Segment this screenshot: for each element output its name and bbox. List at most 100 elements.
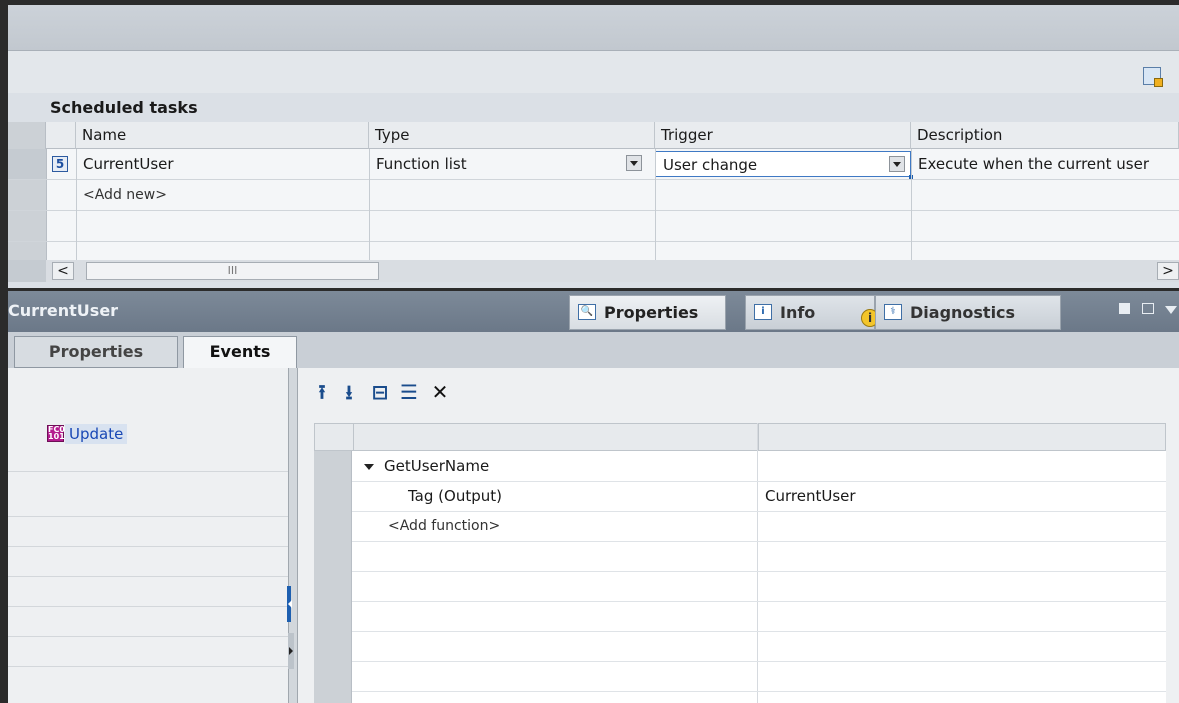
row-selector[interactable]	[8, 242, 47, 260]
inspector-header: CurrentUser 🔍 Properties i Info i ⚕ Diag…	[8, 291, 1179, 332]
add-new-cell[interactable]: <Add new>	[76, 180, 369, 210]
function-row	[314, 631, 1166, 662]
divider	[8, 546, 288, 547]
row-selector[interactable]	[8, 211, 47, 241]
table-row	[8, 242, 1179, 261]
divider	[8, 636, 288, 637]
function-row	[314, 691, 1166, 703]
row-selector[interactable]	[314, 631, 352, 661]
divider	[8, 471, 288, 472]
info-icon: i	[754, 304, 772, 320]
inspector-object-name: CurrentUser	[8, 301, 119, 320]
inspector-window: CurrentUser 🔍 Properties i Info i ⚕ Diag…	[8, 291, 1179, 703]
diagnostics-icon: ⚕	[884, 304, 902, 320]
collapse-all-icon[interactable]: ☰	[398, 381, 420, 403]
header-divider	[758, 424, 759, 450]
inspector-subtabs: Properties Events	[8, 332, 1179, 369]
event-list-pane	[8, 368, 288, 703]
function-table-header	[314, 423, 1166, 451]
move-down-icon[interactable]: ⭳	[338, 381, 360, 403]
row-selector[interactable]	[8, 180, 47, 210]
tab-info-label: Info	[780, 303, 816, 322]
collapse-left-icon[interactable]	[288, 600, 292, 608]
editor-title-bar	[8, 5, 1179, 51]
column-header-trigger[interactable]: Trigger	[655, 122, 911, 149]
function-row	[314, 601, 1166, 632]
inspector-window-controls	[1119, 302, 1177, 320]
row-selector[interactable]	[314, 601, 352, 631]
function-row[interactable]: <Add function>	[314, 511, 1166, 542]
add-function-cell[interactable]: <Add function>	[388, 511, 500, 541]
row-selector[interactable]	[314, 541, 352, 571]
function-row	[314, 571, 1166, 602]
scroll-left-icon[interactable]: <	[52, 262, 74, 280]
editor-toolbar	[8, 51, 1179, 93]
divider	[8, 576, 288, 577]
function-row[interactable]: Tag (Output) CurrentUser	[314, 481, 1166, 512]
move-up-icon[interactable]: ⭱	[311, 381, 333, 403]
tab-properties[interactable]: 🔍 Properties	[569, 295, 726, 330]
column-header-name[interactable]: Name	[76, 122, 369, 149]
task-type-cell[interactable]: Function list	[369, 149, 655, 179]
row-selector[interactable]	[8, 149, 47, 179]
trigger-dropdown-icon[interactable]	[889, 156, 905, 172]
section-title: Scheduled tasks	[50, 98, 198, 117]
trigger-select[interactable]: User change	[655, 151, 913, 179]
event-icon: FC0 101	[47, 425, 65, 442]
tab-info[interactable]: i Info	[745, 295, 875, 330]
task-name-cell[interactable]: CurrentUser	[76, 149, 369, 179]
tab-properties-label: Properties	[604, 303, 699, 322]
task-description-cell[interactable]: Execute when the current user	[911, 149, 1179, 179]
row-header-corner	[8, 122, 46, 149]
grid-divider	[911, 149, 912, 260]
collapse-icon[interactable]	[364, 464, 374, 470]
row-selector[interactable]	[314, 691, 352, 703]
row-selector[interactable]	[314, 511, 352, 541]
restore-window-icon[interactable]	[1119, 303, 1130, 314]
divider	[8, 666, 288, 667]
tab-diagnostics[interactable]: ⚕ Diagnostics	[875, 295, 1061, 330]
column-header-description[interactable]: Description	[911, 122, 1179, 149]
row-selector[interactable]	[314, 481, 352, 511]
table-row	[8, 211, 1179, 242]
scroll-right-icon[interactable]: >	[1157, 262, 1179, 280]
function-row	[314, 541, 1166, 572]
layout-icon[interactable]	[1142, 303, 1155, 314]
table-row[interactable]: <Add new>	[8, 180, 1179, 211]
table-row[interactable]: 5 CurrentUser Function list User change …	[8, 149, 1179, 180]
function-name[interactable]: GetUserName	[384, 451, 489, 481]
event-item-update[interactable]: Update	[65, 424, 128, 444]
delete-icon[interactable]: ✕	[429, 381, 451, 403]
tab-diagnostics-label: Diagnostics	[910, 303, 1016, 322]
divider	[8, 606, 288, 607]
function-row[interactable]: GetUserName	[314, 451, 1166, 482]
column-header-type[interactable]: Type	[369, 122, 655, 149]
parameter-value[interactable]: CurrentUser	[765, 481, 856, 511]
expand-right-icon[interactable]	[289, 647, 293, 655]
parameter-name: Tag (Output)	[408, 487, 502, 505]
row-selector[interactable]	[314, 451, 352, 481]
icon-column-header	[46, 122, 76, 149]
window-settings-icon[interactable]	[1143, 67, 1163, 87]
function-row	[314, 661, 1166, 692]
grid-divider	[369, 149, 370, 260]
subtab-events[interactable]: Events	[183, 336, 297, 369]
grid-divider	[655, 149, 656, 260]
chevron-down-icon[interactable]	[1164, 306, 1177, 314]
function-table: GetUserName Tag (Output) CurrentUser <Ad…	[314, 423, 1166, 703]
properties-icon: 🔍	[578, 304, 596, 320]
divider	[8, 516, 288, 517]
type-dropdown-icon[interactable]	[626, 155, 642, 171]
pane-splitter[interactable]	[287, 368, 298, 703]
scrollbar-corner	[8, 260, 46, 282]
subtab-properties[interactable]: Properties	[14, 336, 178, 368]
horizontal-scrollbar[interactable]: < III >	[46, 260, 1179, 282]
scroll-thumb[interactable]: III	[86, 262, 379, 280]
row-selector[interactable]	[314, 571, 352, 601]
expand-all-icon[interactable]: ⊟	[369, 381, 391, 403]
grid-divider	[76, 149, 77, 260]
row-selector[interactable]	[314, 661, 352, 691]
trigger-value: User change	[663, 156, 758, 174]
scheduled-tasks-editor: Scheduled tasks Name Type Trigger Descri…	[8, 5, 1179, 288]
task-number-icon: 5	[52, 156, 68, 172]
